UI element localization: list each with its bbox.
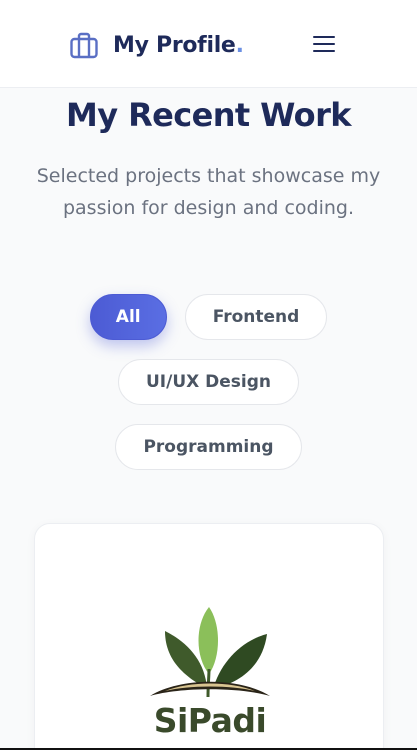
filter-frontend-button[interactable]: Frontend (184, 294, 328, 340)
top-navbar: My Profile. (0, 0, 417, 88)
brand-name: My Profile. (113, 32, 244, 58)
briefcase-icon (70, 32, 98, 59)
section-subtitle: Selected projects that showcase my passi… (36, 165, 381, 219)
project-card[interactable]: SiPadi (34, 523, 384, 750)
hamburger-menu-icon[interactable] (311, 33, 337, 55)
project-logo-text: SiPadi (153, 701, 267, 740)
project-logo: SiPadi (135, 579, 285, 744)
brand-logo[interactable]: My Profile. (69, 30, 244, 60)
filter-all-button[interactable]: All (89, 294, 167, 340)
section-title: My Recent Work (66, 96, 351, 134)
filter-uiux-design-button[interactable]: UI/UX Design (117, 359, 300, 405)
brand-dot: . (235, 32, 244, 58)
project-filters: All Frontend UI/UX Design Programming (0, 294, 417, 470)
filter-programming-button[interactable]: Programming (115, 424, 302, 470)
sprout-leaves-icon (150, 607, 270, 698)
